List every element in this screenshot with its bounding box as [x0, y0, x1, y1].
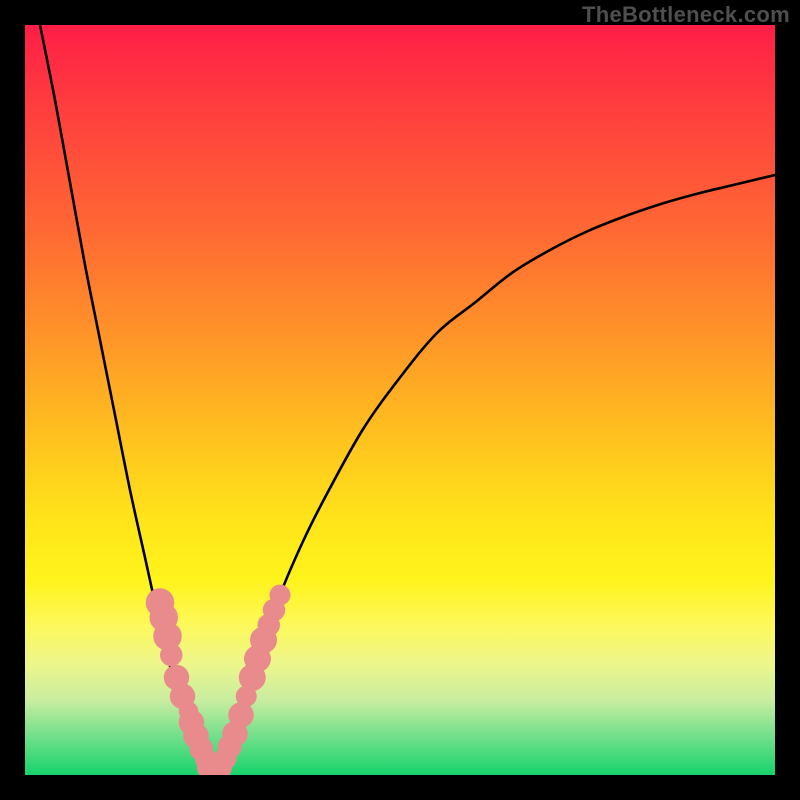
- data-marker: [270, 585, 291, 606]
- watermark-text: TheBottleneck.com: [582, 2, 790, 28]
- bottleneck-curve: [40, 25, 775, 775]
- plot-area: [25, 25, 775, 775]
- curve-layer: [40, 25, 775, 775]
- data-marker: [160, 644, 183, 667]
- marker-layer: [146, 585, 291, 776]
- chart-svg: [25, 25, 775, 775]
- chart-frame: TheBottleneck.com: [0, 0, 800, 800]
